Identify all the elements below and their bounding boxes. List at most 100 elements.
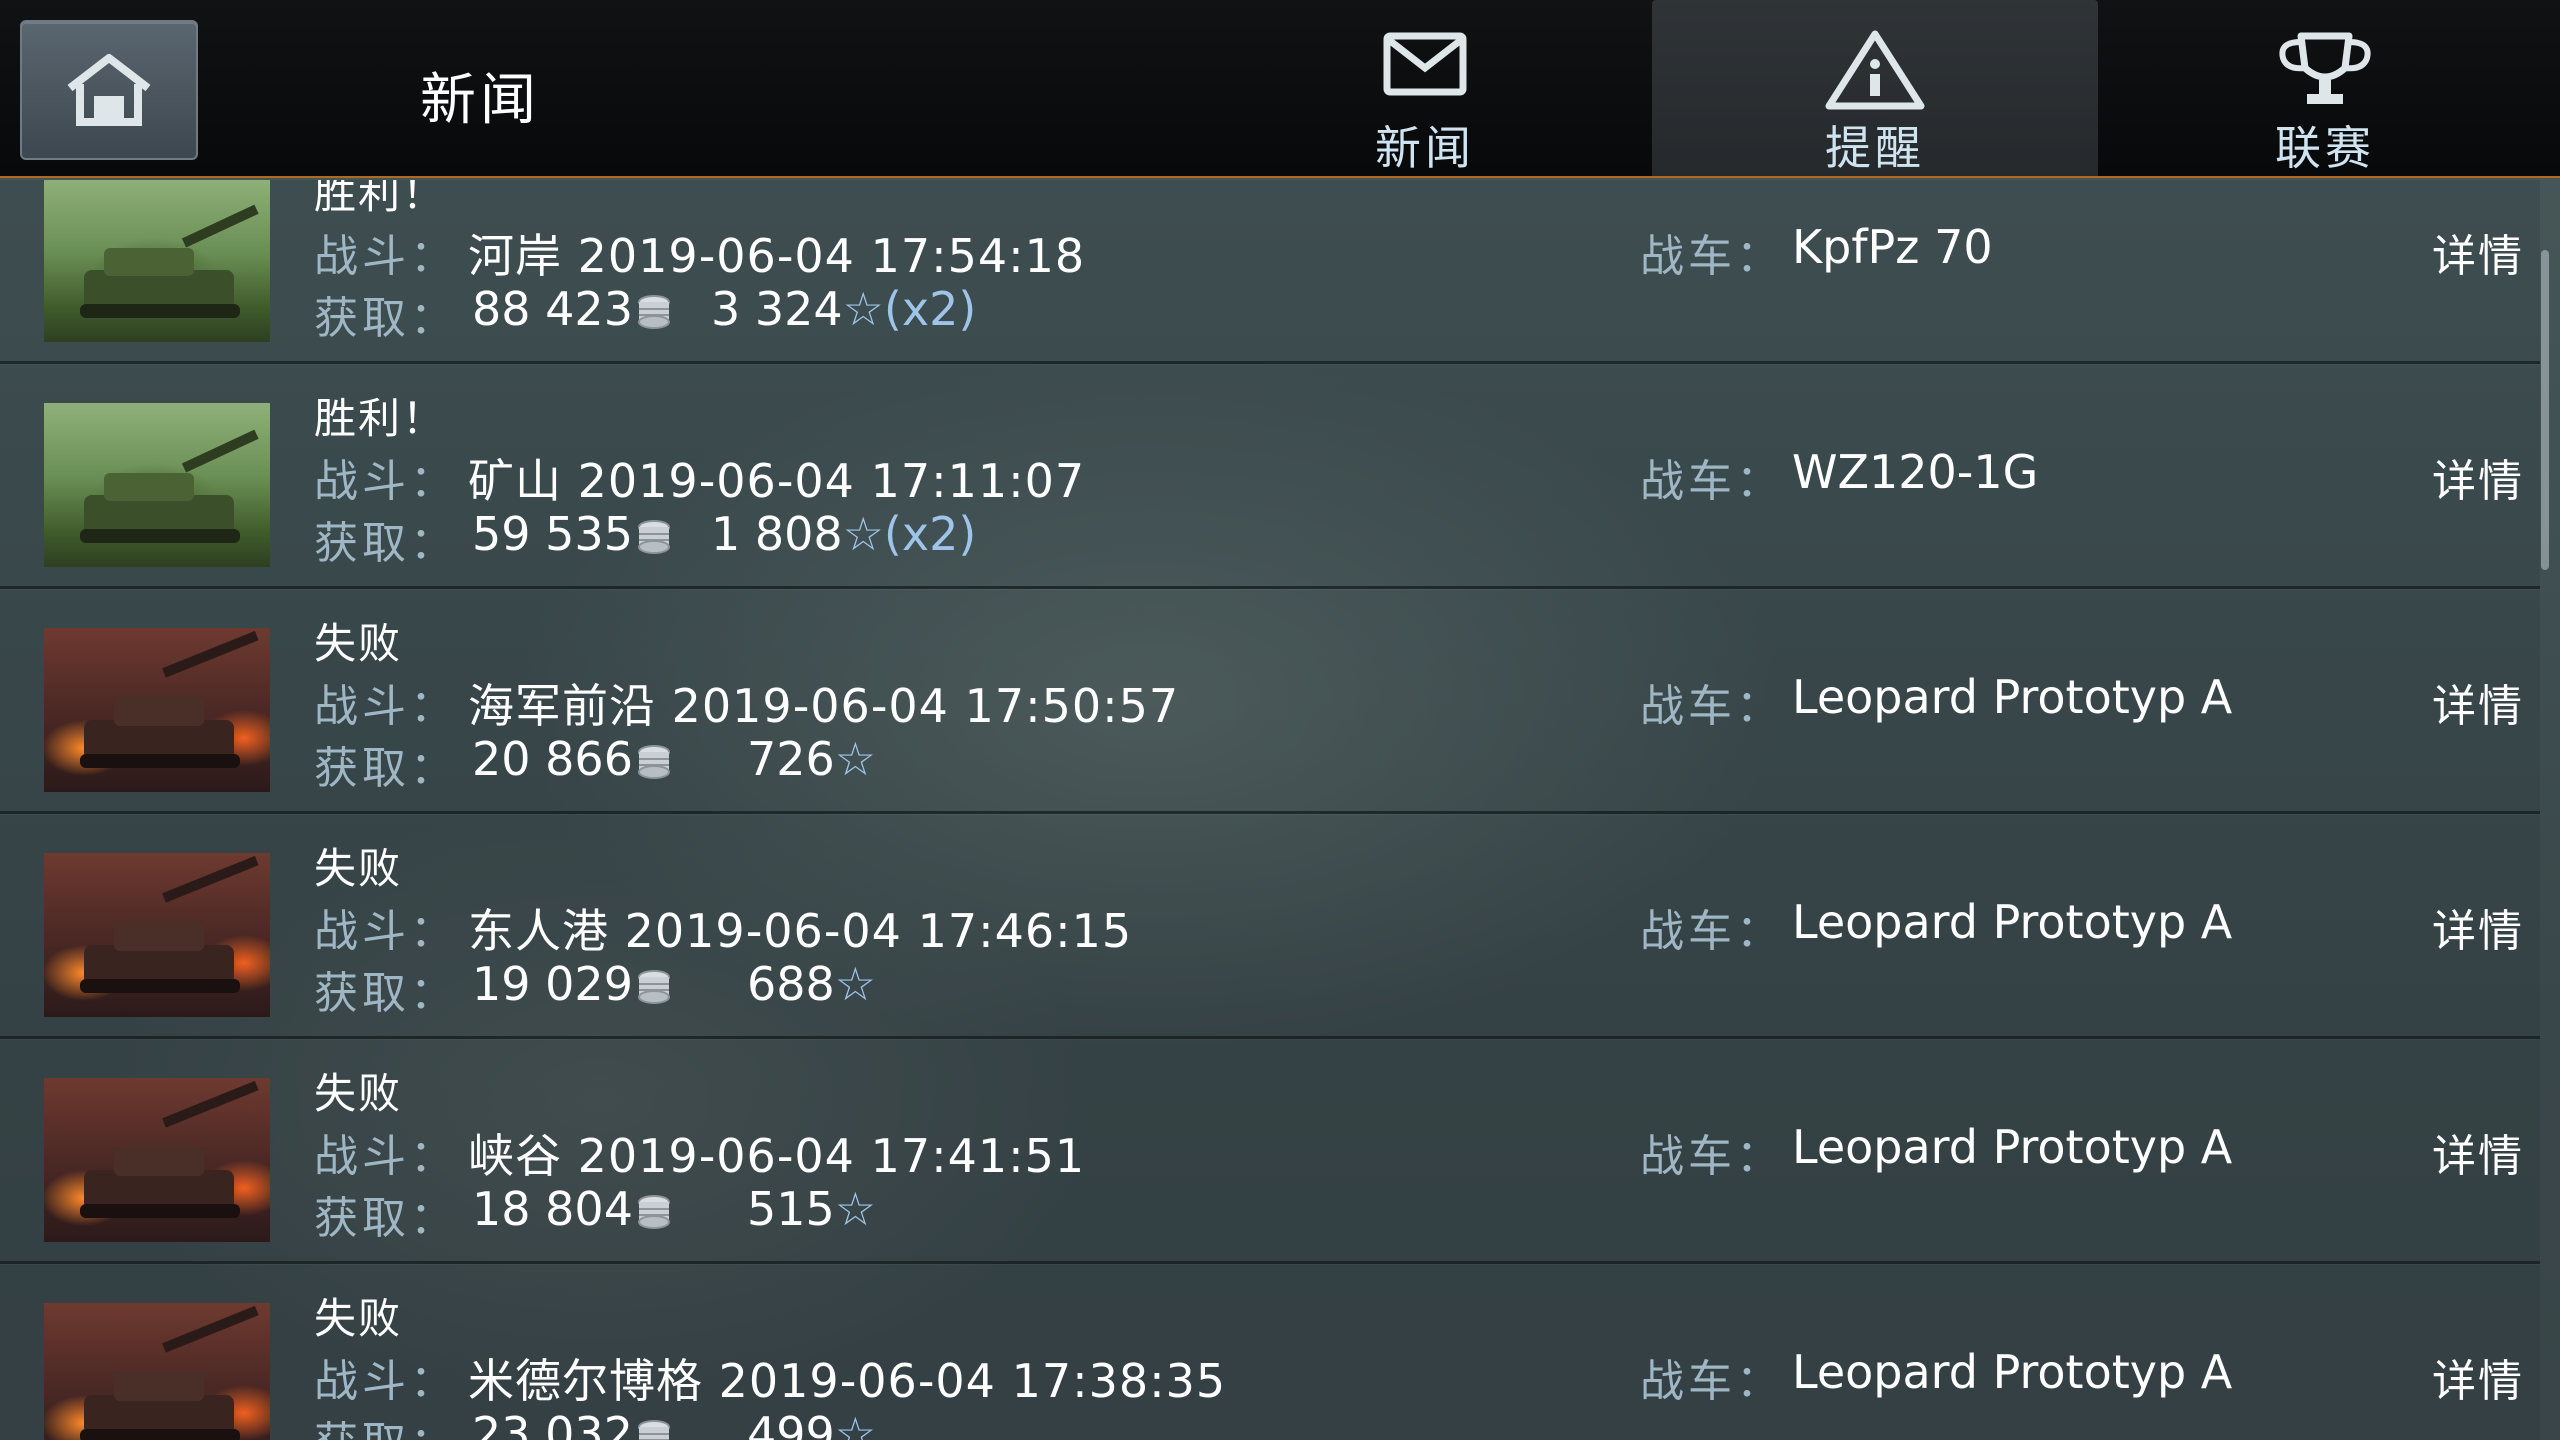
details-button[interactable]: 详情 (2432, 220, 2524, 284)
tank-thumbnail (44, 180, 270, 342)
tab-alerts-label: 提醒 (1825, 121, 1925, 175)
battle-row[interactable]: 失败 战斗： 海军前沿 2019-06-04 17:50:57 获取： 20 8… (0, 590, 2540, 814)
xp-value: 499 (746, 1407, 835, 1440)
credits-icon (637, 970, 670, 1004)
xp-wrap: 515☆ (747, 1182, 876, 1236)
details-button[interactable]: 详情 (2432, 895, 2524, 959)
credits-value: 88 423 (472, 282, 633, 336)
xp-wrap: 3 324☆(x2) (711, 282, 976, 336)
tank-name: WZ120-1G (1792, 445, 2039, 499)
tank-name: Leopard Prototyp A (1792, 1345, 2233, 1399)
credits-value: 59 535 (472, 507, 633, 561)
battle-result: 失败 (314, 619, 403, 668)
xp-value: 515 (746, 1182, 835, 1236)
battle-map-time: 峡谷 2019-06-04 17:41:51 (468, 1129, 1086, 1183)
earned-label: 获取： (314, 743, 458, 794)
page-title: 新闻 (420, 68, 540, 133)
battle-row[interactable]: 失败 战斗： 东人港 2019-06-04 17:46:15 获取： 19 02… (0, 815, 2540, 1039)
credits-value: 23 032 (472, 1407, 633, 1440)
earned-label: 获取： (314, 1407, 458, 1440)
credits-icon (637, 520, 670, 554)
xp-star-icon: ☆ (834, 1407, 877, 1440)
battle-label: 战斗： (314, 231, 458, 282)
tank-thumbnail (44, 1303, 270, 1440)
battle-row[interactable]: 胜利！ 战斗： 矿山 2019-06-04 17:11:07 获取： 59 53… (0, 365, 2540, 589)
tank-name: Leopard Prototyp A (1792, 670, 2233, 724)
credits-value: 18 804 (472, 1182, 633, 1236)
home-button[interactable] (20, 20, 198, 160)
xp-wrap: 688☆ (747, 957, 876, 1011)
mail-icon (1383, 32, 1467, 96)
tank-name: Leopard Prototyp A (1792, 895, 2233, 949)
battle-label: 战斗： (314, 906, 458, 957)
tank-thumbnail (44, 853, 270, 1017)
tank-label: 战车： (1640, 906, 1784, 957)
xp-wrap: 726☆ (747, 732, 876, 786)
tank-name: KpfPz 70 (1792, 220, 1993, 274)
battle-map-time: 海军前沿 2019-06-04 17:50:57 (468, 679, 1180, 733)
battle-rewards: 20 866 726☆ (472, 732, 876, 786)
tank-name: Leopard Prototyp A (1792, 1120, 2233, 1174)
xp-star-icon: ☆ (842, 507, 884, 561)
xp-multiplier: (x2) (883, 282, 977, 336)
trophy-icon (2279, 32, 2371, 104)
credits-value: 19 029 (472, 957, 633, 1011)
tab-league[interactable]: 联赛 (2102, 0, 2548, 176)
details-button[interactable]: 详情 (2432, 1345, 2524, 1409)
battle-label: 战斗： (314, 456, 458, 507)
details-button[interactable]: 详情 (2432, 670, 2524, 734)
earned-label: 获取： (314, 1193, 458, 1244)
xp-wrap: 1 808☆(x2) (711, 507, 976, 561)
tank-thumbnail (44, 628, 270, 792)
xp-star-icon: ☆ (834, 732, 877, 786)
battle-result: 胜利！ (314, 180, 447, 218)
tank-label: 战车： (1640, 1131, 1784, 1182)
tank-thumbnail (44, 1078, 270, 1242)
tab-news[interactable]: 新闻 (1202, 0, 1648, 176)
tank-thumbnail (44, 403, 270, 567)
credits-value: 20 866 (472, 732, 633, 786)
tab-league-label: 联赛 (2275, 121, 2375, 175)
details-button[interactable]: 详情 (2432, 445, 2524, 509)
battle-list[interactable]: 胜利！ 战斗： 河岸 2019-06-04 17:54:18 获取： 88 42… (0, 180, 2560, 1440)
tank-label: 战车： (1640, 456, 1784, 507)
earned-label: 获取： (314, 518, 458, 569)
battle-rewards: 18 804 515☆ (472, 1182, 876, 1236)
battle-row[interactable]: 胜利！ 战斗： 河岸 2019-06-04 17:54:18 获取： 88 42… (0, 180, 2540, 364)
battle-row[interactable]: 失败 战斗： 峡谷 2019-06-04 17:41:51 获取： 18 804… (0, 1040, 2540, 1264)
xp-value: 1 808 (710, 507, 843, 561)
tab-news-label: 新闻 (1375, 121, 1475, 175)
credits-icon (637, 295, 670, 329)
battle-result: 胜利！ (314, 394, 447, 443)
xp-wrap: 499☆ (747, 1407, 876, 1440)
top-bar: 新闻 新闻 提醒 联赛 (0, 0, 2560, 178)
scrollbar[interactable] (2541, 250, 2549, 570)
battle-rewards: 88 423 3 324☆(x2) (472, 282, 976, 336)
battle-result: 失败 (314, 1069, 403, 1118)
battle-result: 失败 (314, 844, 403, 893)
battle-row[interactable]: 失败 战斗： 米德尔博格 2019-06-04 17:38:35 获取： 23 … (0, 1265, 2540, 1440)
xp-value: 688 (746, 957, 835, 1011)
tank-label: 战车： (1640, 681, 1784, 732)
credits-icon (637, 1420, 670, 1440)
warning-icon (1825, 30, 1925, 110)
battle-rewards: 23 032 499☆ (472, 1407, 876, 1440)
battle-label: 战斗： (314, 1356, 458, 1407)
xp-value: 726 (746, 732, 835, 786)
credits-icon (637, 745, 670, 779)
battle-rewards: 19 029 688☆ (472, 957, 876, 1011)
battle-rewards: 59 535 1 808☆(x2) (472, 507, 976, 561)
tank-label: 战车： (1640, 1356, 1784, 1407)
xp-star-icon: ☆ (834, 957, 877, 1011)
xp-star-icon: ☆ (834, 1182, 877, 1236)
details-button[interactable]: 详情 (2432, 1120, 2524, 1184)
battle-result: 失败 (314, 1294, 403, 1343)
earned-label: 获取： (314, 293, 458, 344)
battle-map-time: 米德尔博格 2019-06-04 17:38:35 (468, 1354, 1227, 1408)
battle-label: 战斗： (314, 681, 458, 732)
tank-label: 战车： (1640, 231, 1784, 282)
xp-star-icon: ☆ (842, 282, 884, 336)
earned-label: 获取： (314, 968, 458, 1019)
tab-alerts[interactable]: 提醒 (1652, 0, 2098, 176)
credits-icon (637, 1195, 670, 1229)
